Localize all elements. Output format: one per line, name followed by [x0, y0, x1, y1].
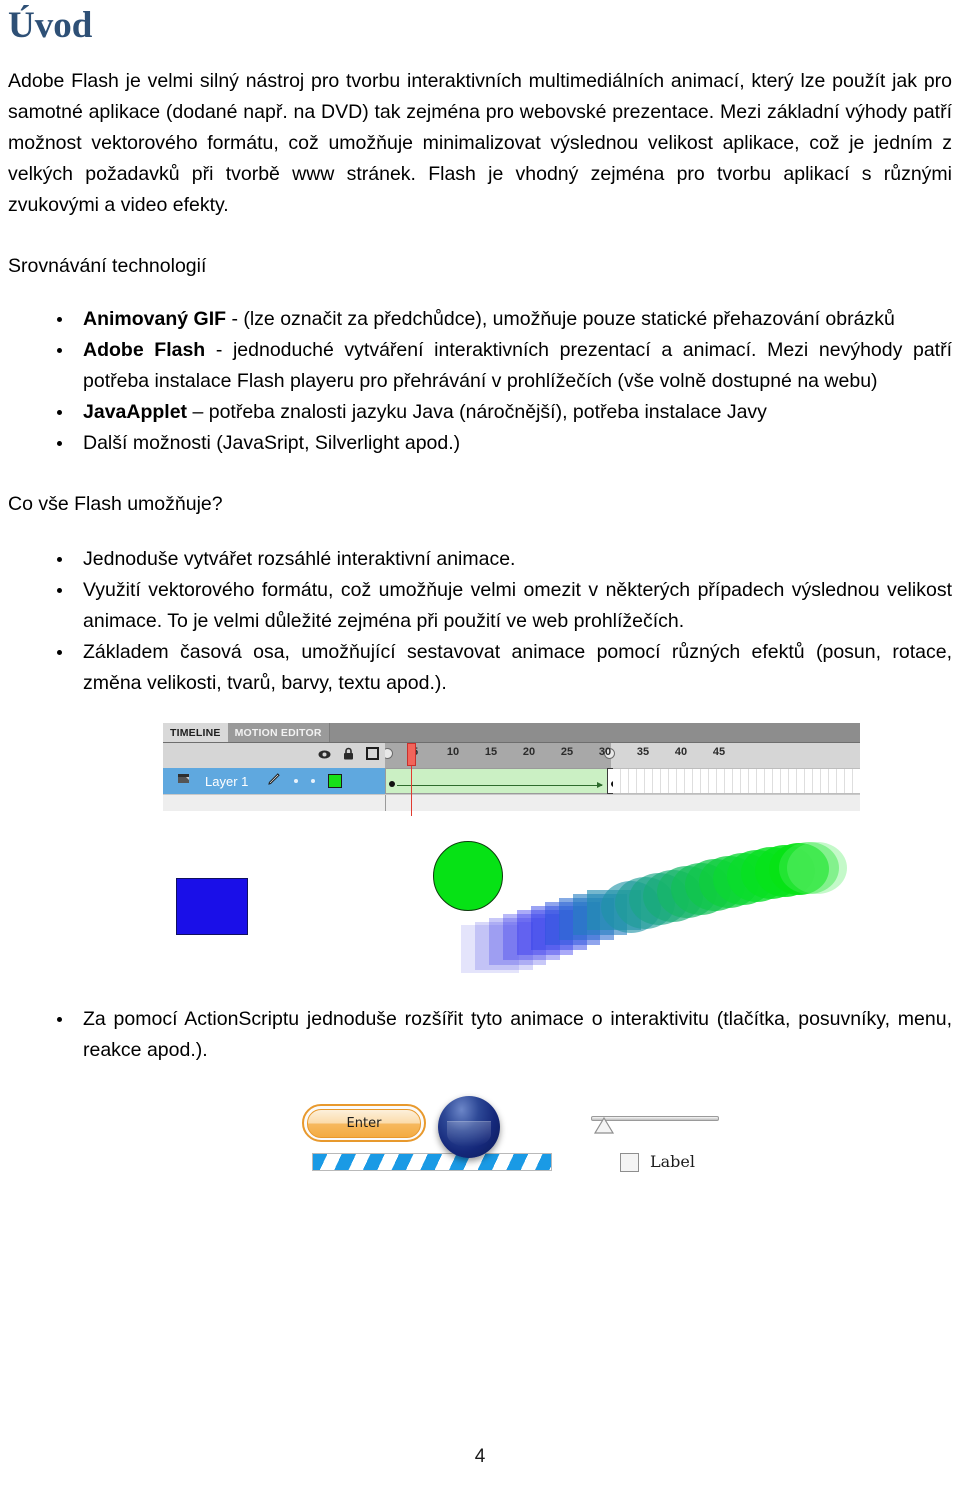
flash-stage-artwork: [163, 811, 860, 986]
list-item: Adobe Flash - jednoduché vytváření inter…: [8, 335, 952, 397]
keyframe-start-icon[interactable]: [389, 781, 395, 787]
playhead-line: [411, 766, 412, 816]
timeline-footer-left: [163, 795, 386, 811]
tween-arrow-icon: [397, 782, 603, 788]
timeline-frames[interactable]: [385, 768, 860, 794]
list-item: Základem časová osa, umožňující sestavov…: [8, 637, 952, 699]
list-item-bold: Adobe Flash: [83, 339, 206, 361]
empty-frames-grid[interactable]: [613, 768, 860, 794]
motion-tween-span[interactable]: [386, 768, 612, 794]
list-item-text: – potřeba znalosti jazyku Java (náročněj…: [187, 401, 767, 423]
timeline-layer-row[interactable]: Layer 1: [163, 768, 860, 794]
list-item-text: - (lze označit za předchůdce), umožňuje …: [226, 308, 895, 330]
timeline-header-row: 5 10 15 20 25 30 35 40 45: [163, 743, 860, 816]
visible-dot-icon[interactable]: [294, 779, 299, 783]
list-item-bold: Animovaný GIF: [83, 308, 227, 330]
list-item: Využití vektorového formátu, což umožňuj…: [8, 575, 952, 637]
motion-trail-graphic: [461, 842, 847, 973]
tab-timeline[interactable]: TIMELINE: [163, 723, 228, 742]
progress-bar-fill: [313, 1154, 551, 1170]
tab-motion-editor[interactable]: MOTION EDITOR: [227, 723, 330, 742]
lock-dot-icon[interactable]: [311, 779, 316, 783]
list-item-text: - jednoduché vytváření interaktivních pr…: [83, 339, 952, 392]
list-item-text: Jednoduše vytvářet rozsáhlé interaktivní…: [83, 548, 516, 570]
flash-timeline-screenshot: TIMELINE MOTION EDITOR 5 10: [163, 723, 860, 816]
color-swatch-icon[interactable]: [328, 774, 343, 788]
timeline-footer: [163, 794, 860, 811]
ruler-label: 45: [712, 746, 726, 758]
timeline-tab-bar: TIMELINE MOTION EDITOR: [163, 723, 860, 743]
onion-skin-range: [385, 743, 611, 768]
ruler-label: 25: [560, 746, 574, 758]
list-item-text: Za pomocí ActionScriptu jednoduše rozšíř…: [83, 1008, 952, 1061]
flash-components-screenshot: Enter Label: [280, 1091, 725, 1199]
intro-paragraph: Adobe Flash je velmi silný nástroj pro t…: [8, 70, 952, 216]
list-item: JavaApplet – potřeba znalosti jazyku Jav…: [8, 397, 952, 428]
eye-icon[interactable]: [318, 747, 331, 765]
list-item: Za pomocí ActionScriptu jednoduše rozšíř…: [8, 1004, 952, 1066]
section-features-lead: Co vše Flash umožňuje?: [8, 493, 223, 515]
ruler-label: 35: [636, 746, 650, 758]
list-item-text: Základem časová osa, umožňující sestavov…: [83, 641, 952, 694]
playhead-marker[interactable]: [407, 743, 416, 766]
flash-features-list: Jednoduše vytvářet rozsáhlé interaktivní…: [8, 544, 952, 699]
actionscript-list: Za pomocí ActionScriptu jednoduše rozšíř…: [8, 1004, 952, 1066]
page-number: 4: [474, 1446, 486, 1467]
layer-name-label[interactable]: Layer 1: [205, 774, 248, 789]
timeline-header-icons: [163, 743, 385, 768]
ruler-label: 30: [598, 746, 612, 758]
progress-bar: [312, 1153, 552, 1171]
timeline-ruler[interactable]: 5 10 15 20 25 30 35 40 45: [385, 743, 860, 768]
page-title: Úvod: [8, 5, 93, 46]
layer-controls: Layer 1: [163, 768, 385, 794]
checkbox[interactable]: [620, 1153, 639, 1172]
round-blue-button[interactable]: [438, 1096, 500, 1158]
list-item-text: Další možnosti (JavaSript, Silverlight a…: [83, 432, 461, 454]
list-item: Jednoduše vytvářet rozsáhlé interaktivní…: [8, 544, 952, 575]
enter-button[interactable]: Enter: [302, 1104, 426, 1142]
document-page: Úvod Adobe Flash je velmi silný nástroj …: [0, 4, 960, 1490]
blue-square-shape: [176, 878, 248, 935]
enter-button-label: Enter: [307, 1108, 421, 1138]
ruler-label: 20: [522, 746, 536, 758]
section-compare-lead: Srovnávání technologií: [8, 255, 207, 277]
list-item-text: Využití vektorového formátu, což umožňuj…: [83, 579, 952, 632]
checkbox-label: Label: [650, 1152, 695, 1171]
ruler-label: 10: [446, 746, 460, 758]
pencil-icon[interactable]: [267, 772, 281, 791]
list-item: Další možnosti (JavaSript, Silverlight a…: [8, 428, 952, 459]
folder-icon[interactable]: [177, 772, 190, 790]
list-item: Animovaný GIF - (lze označit za předchůd…: [8, 304, 952, 335]
compare-technologies-list: Animovaný GIF - (lze označit za předchůd…: [8, 304, 952, 459]
outline-square-icon[interactable]: [366, 746, 379, 765]
ruler-label: 40: [674, 746, 688, 758]
lock-icon[interactable]: [343, 747, 354, 765]
list-item-bold: JavaApplet: [83, 401, 188, 423]
ruler-label: 15: [484, 746, 498, 758]
